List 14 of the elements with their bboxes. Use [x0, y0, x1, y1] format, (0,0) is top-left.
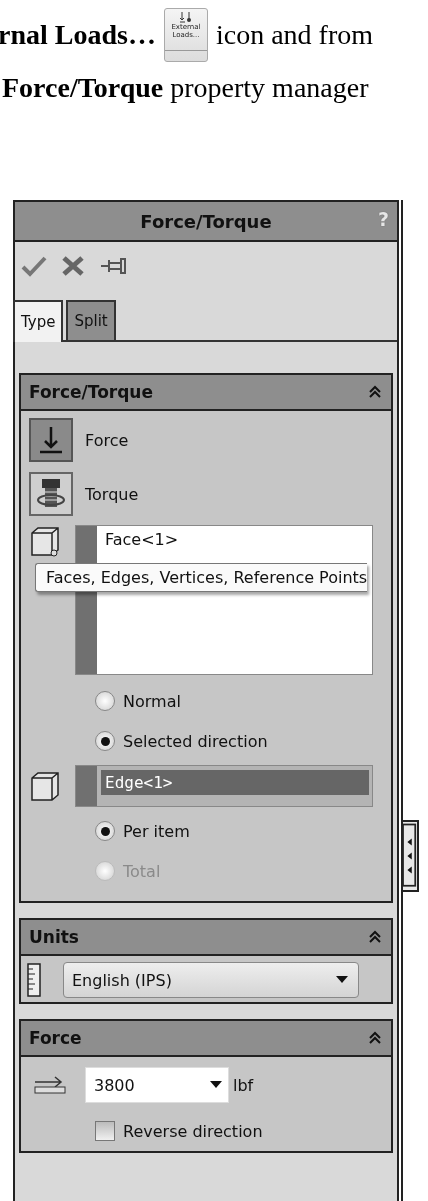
unit-label: lbf [233, 1075, 254, 1095]
panel-title: Force/Torque [140, 210, 272, 232]
tooltip: Faces, Edges, Vertices, Reference Points [35, 563, 368, 592]
option-label: Normal [123, 691, 181, 711]
option-label: Torque [85, 484, 139, 504]
caption-text: icon and from [215, 19, 373, 51]
group-title: Force/Torque [29, 382, 153, 402]
option-label: Selected direction [123, 731, 268, 751]
option-label: Per item [123, 821, 190, 841]
group-title: Force [29, 1028, 82, 1048]
option-label: Force [85, 430, 129, 450]
caption-text: Force/Torque property manager [2, 72, 370, 104]
option-label: Total [123, 861, 161, 881]
group-title: Units [29, 927, 79, 947]
